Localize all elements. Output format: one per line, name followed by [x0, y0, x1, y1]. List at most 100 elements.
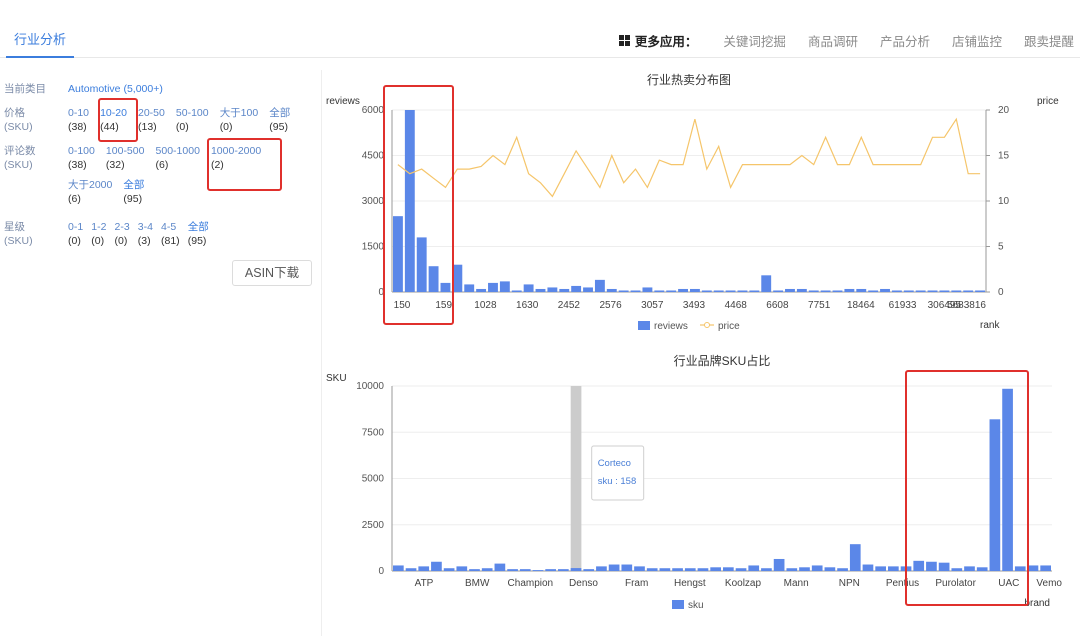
stars-option-2-3[interactable]: 2-3 (0) — [115, 220, 130, 248]
chart1-bar-reviews — [868, 290, 879, 292]
chart2-xtick-label: BMW — [465, 578, 490, 589]
chart1-ytick-label: 1500 — [362, 242, 385, 253]
chart2-tooltip-box — [591, 445, 645, 501]
grid-icon — [618, 34, 630, 46]
filter-row-stars: 星级 (SKU) 0-1 (0) 1-2 (0) 2-3 (0) 3-4 (3) 4-5(… — [4, 220, 214, 248]
chart1-bar-reviews — [761, 275, 772, 292]
chart1-y2tick-label: 10 — [998, 196, 1010, 207]
chart1-bar-reviews — [666, 290, 677, 292]
chart1-bar-reviews — [880, 288, 890, 292]
chart1-bar-reviews — [523, 284, 534, 292]
chart1-bar-reviews — [690, 288, 700, 292]
chart2-tooltip-value: sku : 158 — [598, 476, 637, 487]
chart1-xtick-label: 5683816 — [947, 300, 986, 311]
asin-download-button[interactable]: ASIN下载 — [232, 260, 312, 286]
chart1-bar-reviews — [713, 290, 724, 292]
chart1-bar-reviews — [891, 290, 902, 292]
app-link-follow-sell-alert[interactable]: 跟卖提醒 — [1024, 31, 1074, 50]
reviews-option-over-2000[interactable]: 大于2000 (6) — [68, 178, 112, 206]
chart1-bar-reviews — [939, 290, 950, 292]
chart2-bar-sku — [799, 567, 810, 571]
chart2-bar-sku — [710, 567, 721, 571]
price-option-over-100[interactable]: 大于100 (0) — [220, 106, 259, 134]
chart2-bar-sku — [786, 568, 798, 571]
chart2-bar-sku — [862, 564, 874, 571]
chart2-ytick-label: 7500 — [362, 427, 385, 438]
chart2-bar-sku — [773, 558, 785, 571]
tab-industry-analysis[interactable]: 行业分析 — [6, 30, 75, 58]
stars-option-1-2[interactable]: 1-2 (0) — [91, 220, 106, 248]
chart2-bar-sku — [672, 568, 683, 571]
chart1-bar-reviews — [856, 288, 867, 292]
stars-option-all[interactable]: 全部 (95) — [188, 220, 209, 248]
more-apps-label: 更多应用： — [634, 34, 698, 49]
chart1-y2tick-label: 20 — [998, 105, 1010, 116]
chart2-bar-sku — [837, 568, 848, 571]
price-option-50-100[interactable]: 50-100 (0) — [176, 106, 209, 134]
stars-option-0-1[interactable]: 0-1 (0) — [68, 220, 83, 248]
chart1-xtick-label: 2576 — [599, 300, 622, 311]
more-apps-bar: 更多应用： 关键词挖掘 商品调研 产品分析 店铺监控 跟卖提醒 — [618, 30, 1080, 50]
chart2-bar-sku — [558, 569, 569, 571]
chart2-bar-sku — [507, 569, 518, 571]
stars-option-4-5[interactable]: 4-5 (81) — [161, 220, 180, 248]
chart2-tooltip-name: Corteco — [598, 458, 631, 469]
chart2-bar-sku — [456, 566, 468, 571]
chart1-bar-reviews — [488, 282, 498, 292]
app-link-keyword-mining[interactable]: 关键词挖掘 — [723, 31, 786, 50]
annotation-box-top-rank — [383, 85, 454, 325]
chart1-bar-reviews — [654, 290, 665, 292]
chart1-bar-reviews — [725, 290, 736, 292]
price-option-all[interactable]: 全部 (95) — [269, 106, 290, 134]
chart2-ylabel: SKU — [326, 373, 347, 384]
chart2-bar-sku — [1027, 565, 1039, 571]
chart1-bar-reviews — [583, 287, 593, 292]
chart1-bar-reviews — [844, 288, 855, 292]
price-option-0-10[interactable]: 0-10 (38) — [68, 106, 89, 134]
chart2-ytick-label: 0 — [378, 566, 384, 577]
chart1-bar-reviews — [511, 290, 522, 292]
chart1-bar-reviews — [701, 290, 712, 292]
filter-label-reviews: 评论数 (SKU) — [4, 145, 36, 171]
chart2-title: 行业品牌SKU占比 — [674, 353, 771, 368]
chart1-bar-reviews — [559, 288, 570, 292]
chart2-xtick-label: Denso — [569, 578, 598, 589]
reviews-option-100-500[interactable]: 100-500 (32) — [106, 144, 145, 172]
chart2-bar-sku — [646, 568, 658, 571]
app-link-product-research[interactable]: 商品调研 — [808, 31, 858, 50]
chart1-xtick-label: 1630 — [516, 300, 539, 311]
app-link-store-monitor[interactable]: 店铺监控 — [952, 31, 1002, 50]
filter-category-value[interactable]: Automotive (5,000+) — [68, 82, 163, 96]
chart2-legend-sku-swatch — [672, 600, 684, 609]
chart2-xtick-label: Koolzap — [725, 578, 762, 589]
chart1-bar-reviews — [820, 290, 831, 292]
chart2-bar-sku — [761, 568, 772, 571]
chart2-bar-sku — [849, 544, 861, 571]
chart1-xtick-label: 7751 — [808, 300, 831, 311]
app-link-product-analysis[interactable]: 产品分析 — [880, 31, 930, 50]
chart1-bar-reviews — [571, 285, 582, 292]
chart2-bar-sku — [596, 566, 607, 571]
chart2-xtick-label: Hengst — [674, 578, 706, 589]
chart1-y2tick-label: 15 — [998, 151, 1010, 162]
chart1-xtick-label: 4468 — [725, 300, 748, 311]
chart2-bar-sku — [875, 566, 886, 571]
chart1-line-price — [397, 117, 981, 198]
annotation-box-price — [98, 98, 138, 142]
stars-option-3-4[interactable]: 3-4 (3) — [138, 220, 153, 248]
chart1-bar-reviews — [678, 288, 688, 292]
chart2-bar-sku — [1040, 565, 1051, 571]
chart2-bar-sku — [659, 568, 671, 571]
chart1-legend-price-marker — [704, 322, 710, 328]
chart2-bar-sku — [735, 568, 747, 571]
chart2-bar-sku — [545, 569, 556, 571]
chart2-bar-sku — [519, 569, 531, 571]
chart1-bar-reviews — [642, 287, 653, 292]
price-option-20-50[interactable]: 20-50 (13) — [138, 106, 165, 134]
filter-row-category: 当前类目 Automotive (5,000+) — [4, 82, 163, 96]
chart2-bar-sku — [393, 565, 404, 571]
reviews-option-500-1000[interactable]: 500-1000 (6) — [156, 144, 200, 172]
reviews-option-0-100[interactable]: 0-100 (38) — [68, 144, 95, 172]
reviews-option-all[interactable]: 全部 (95) — [123, 178, 144, 206]
chart1-bar-reviews — [499, 281, 510, 292]
